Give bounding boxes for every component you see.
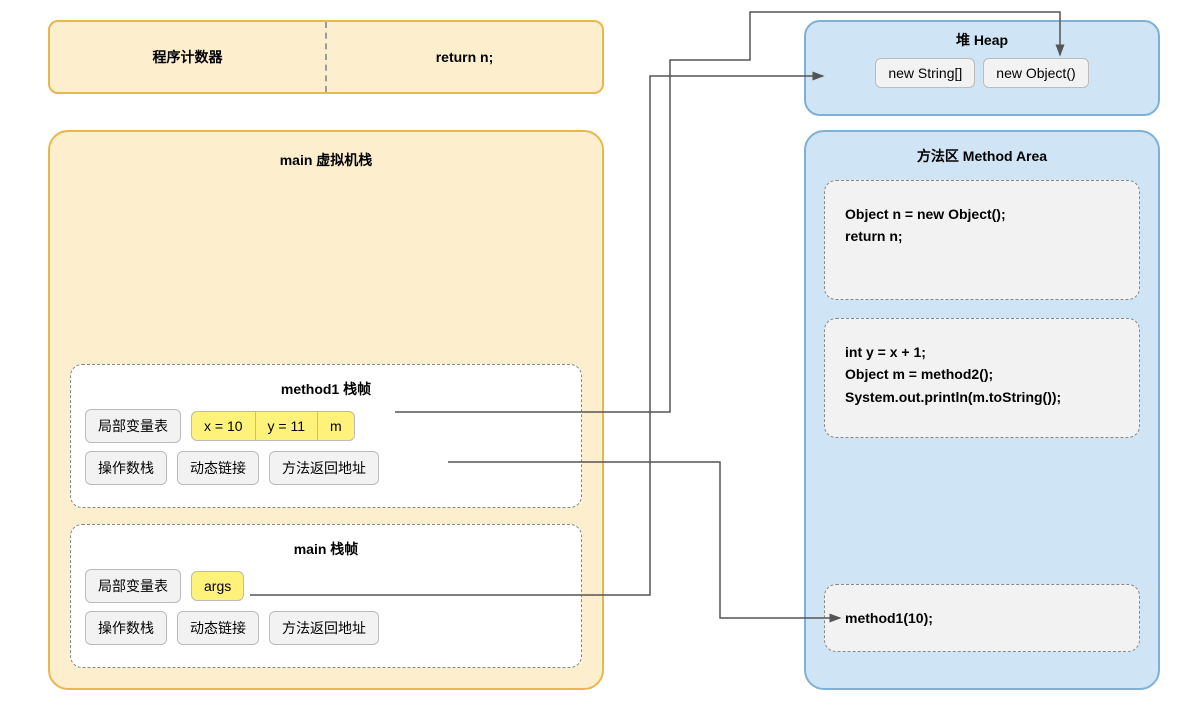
locals-slots: args [191,571,244,601]
stack-frame-main: main 栈帧 局部变量表 args 操作数栈 动态链接 方法返回地址 [70,524,582,668]
local-slot-args: args [191,571,244,601]
operand-stack-label: 操作数栈 [85,451,167,485]
frame-title: main 栈帧 [85,539,567,559]
local-slot: x = 10 [191,411,255,441]
program-counter-label: 程序计数器 [50,22,327,92]
code-block-method2: Object n = new Object(); return n; [824,180,1140,300]
locals-label: 局部变量表 [85,569,181,603]
method-area-box: 方法区 Method Area Object n = new Object();… [804,130,1160,690]
frame-title: method1 栈帧 [85,379,567,399]
stack-frame-method1: method1 栈帧 局部变量表 x = 10 y = 11 m 操作数栈 动态… [70,364,582,508]
heap-object: new Object() [983,58,1088,88]
return-address-label: 方法返回地址 [269,611,379,645]
return-statement: return n; [327,22,602,92]
vm-stack-box: main 虚拟机栈 method1 栈帧 局部变量表 x = 10 y = 11… [48,130,604,690]
top-pc-return-box: 程序计数器 return n; [48,20,604,94]
vm-stack-title: main 虚拟机栈 [50,150,602,170]
operand-stack-label: 操作数栈 [85,611,167,645]
heap-title: 堆 Heap [820,30,1144,50]
code-block-main: method1(10); [824,584,1140,652]
dynamic-link-label: 动态链接 [177,611,259,645]
dynamic-link-label: 动态链接 [177,451,259,485]
local-slot-m: m [317,411,355,441]
return-address-label: 方法返回地址 [269,451,379,485]
heap-object: new String[] [875,58,975,88]
code-block-method1: int y = x + 1; Object m = method2(); Sys… [824,318,1140,438]
locals-label: 局部变量表 [85,409,181,443]
locals-slots: x = 10 y = 11 m [191,411,355,441]
local-slot: y = 11 [255,411,318,441]
heap-box: 堆 Heap new String[] new Object() [804,20,1160,116]
method-area-title: 方法区 Method Area [824,146,1140,166]
